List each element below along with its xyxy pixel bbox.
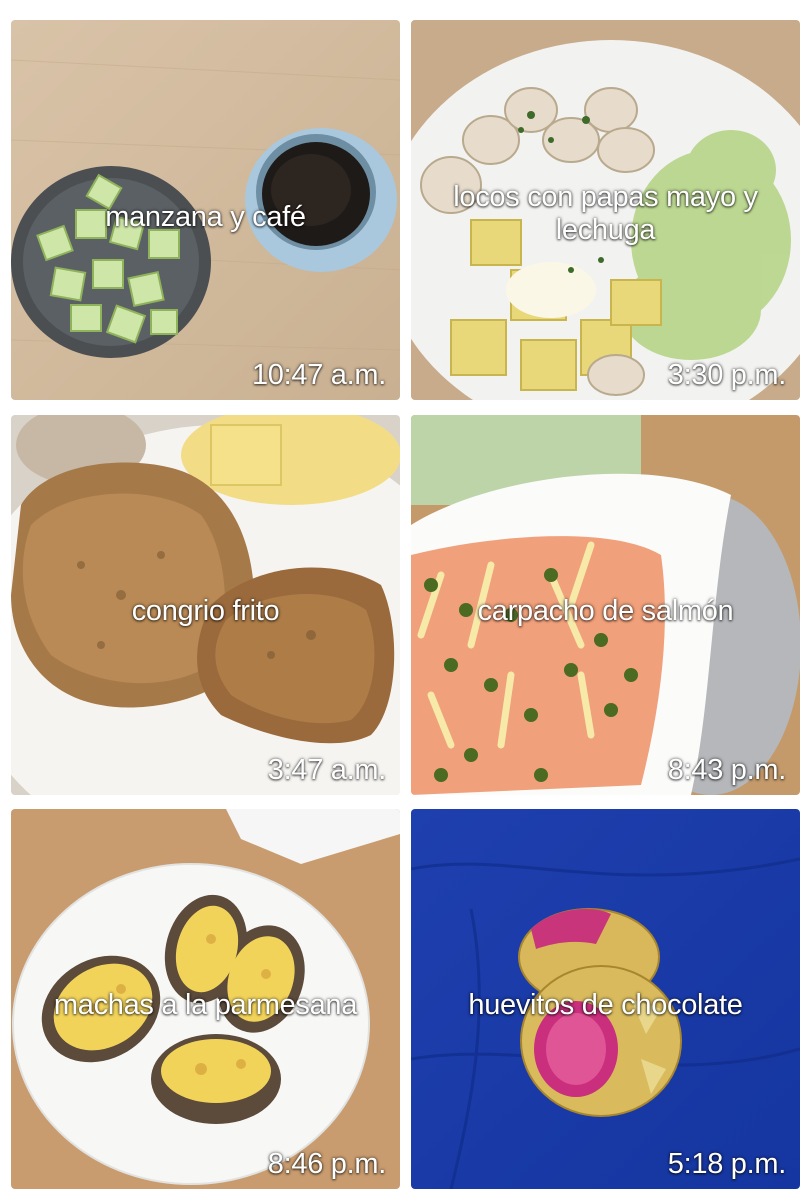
timestamp: 8:46 p.m. — [267, 1148, 387, 1180]
caption: machas a la parmesana — [53, 989, 358, 1021]
photo-tile-carpaccio[interactable]: carpacho de salmón 8:43 p.m. — [411, 415, 800, 795]
caption: huevitos de chocolate — [468, 989, 743, 1021]
photo-tile-apple-coffee[interactable]: manzana y café 10:47 a.m. — [11, 20, 400, 400]
timestamp: 10:47 a.m. — [251, 359, 386, 391]
photo-tile-congrio[interactable]: congrio frito 3:47 a.m. — [11, 415, 400, 795]
timestamp: 3:30 p.m. — [667, 359, 787, 391]
caption: carpacho de salmón — [477, 595, 734, 627]
timestamp: 3:47 a.m. — [267, 754, 387, 786]
caption: manzana y café — [105, 201, 306, 233]
caption: locos con papas mayo y lechuga — [453, 181, 758, 246]
timestamp: 5:18 p.m. — [667, 1148, 787, 1180]
photo-tile-chocolate-eggs[interactable]: huevitos de chocolate 5:18 p.m. — [411, 809, 800, 1189]
photo-tile-locos[interactable]: locos con papas mayo y lechuga 3:30 p.m. — [411, 20, 800, 400]
caption: congrio frito — [131, 595, 280, 627]
photo-tile-machas[interactable]: machas a la parmesana 8:46 p.m. — [11, 809, 400, 1189]
timestamp: 8:43 p.m. — [667, 754, 787, 786]
